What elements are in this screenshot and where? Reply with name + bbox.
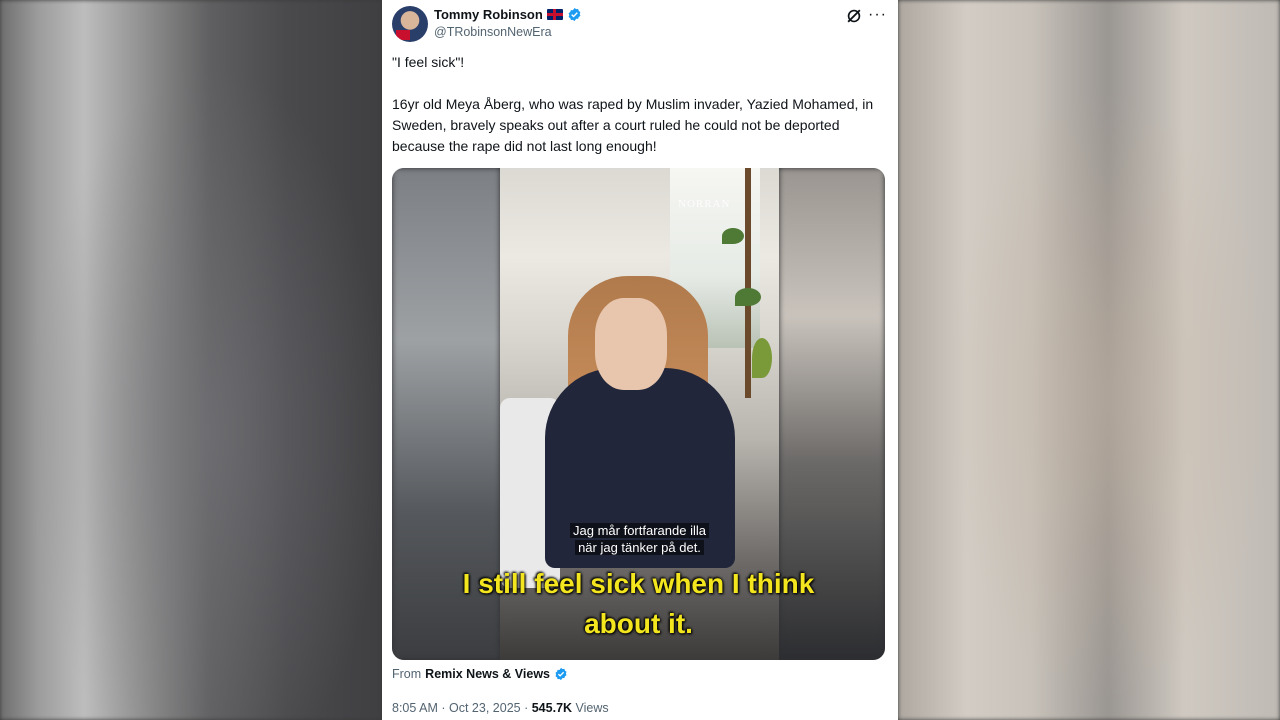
tweet-card: Tommy Robinson @TRobinsonNewEra ··· "I f… xyxy=(382,0,898,720)
views-label: Views xyxy=(575,701,609,715)
author-name[interactable]: Tommy Robinson xyxy=(434,7,543,22)
uk-flag-icon xyxy=(546,9,563,20)
leaf xyxy=(735,288,761,306)
leaf xyxy=(752,338,772,378)
separator: · xyxy=(524,701,529,715)
blurred-background-right xyxy=(898,0,1280,720)
blurred-background-left xyxy=(0,0,382,720)
english-subtitle-line2: about it. xyxy=(584,608,693,639)
tweet-time[interactable]: 8:05 AM xyxy=(392,701,438,715)
source-name-link[interactable]: Remix News & Views xyxy=(425,667,550,681)
video-source: From Remix News & Views xyxy=(392,667,568,681)
avatar[interactable] xyxy=(392,6,428,42)
tweet-date[interactable]: Oct 23, 2025 xyxy=(449,701,521,715)
grok-icon[interactable] xyxy=(844,6,864,26)
leaf xyxy=(722,228,744,244)
views-count: 545.7K xyxy=(531,701,573,715)
swedish-subtitle-line2: när jag tänker på det. xyxy=(500,540,779,556)
tweet-text-body: 16yr old Meya Åberg, who was raped by Mu… xyxy=(392,96,874,154)
tweet-text-line1: "I feel sick"! xyxy=(392,54,465,70)
tweet-metadata: 8:05 AM · Oct 23, 2025 · 545.7K Views xyxy=(392,701,609,715)
person-face xyxy=(595,298,667,390)
verified-badge-icon xyxy=(568,7,581,22)
video-watermark: NORRAN xyxy=(678,198,731,210)
more-options-icon[interactable]: ··· xyxy=(868,5,887,25)
separator: · xyxy=(441,701,446,715)
plant xyxy=(745,168,751,398)
author-handle[interactable]: @TRobinsonNewEra xyxy=(434,25,552,39)
video-player[interactable]: NORRAN Jag mår fortfarande illa när jag … xyxy=(392,168,885,660)
author-row: Tommy Robinson xyxy=(434,7,582,22)
source-prefix: From xyxy=(392,667,422,681)
english-subtitle-line1: I still feel sick when I think xyxy=(462,568,815,599)
verified-badge-icon xyxy=(555,667,567,681)
swedish-subtitle-line1: Jag mår fortfarande illa xyxy=(500,523,779,539)
